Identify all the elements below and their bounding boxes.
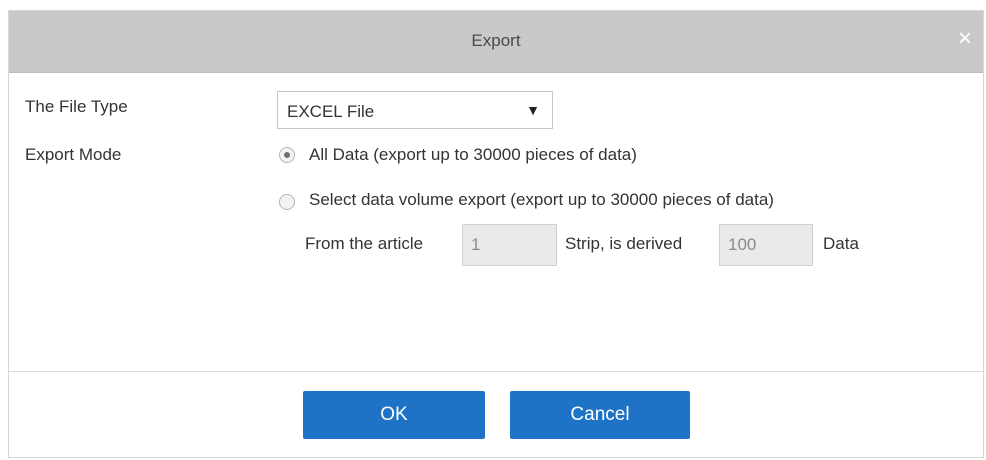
- radio-select-volume[interactable]: [279, 194, 295, 210]
- ok-button[interactable]: OK: [303, 391, 485, 439]
- export-mode-label: Export Mode: [25, 145, 122, 164]
- export-dialog: Export × The File Type EXCEL File ▼ Expo…: [8, 10, 984, 458]
- range-middle-label: Strip, is derived: [565, 234, 683, 253]
- file-type-selected-value: EXCEL File: [287, 102, 375, 121]
- file-type-label: The File Type: [25, 97, 128, 116]
- radio-all-data[interactable]: [279, 147, 295, 163]
- radio-select-volume-label[interactable]: Select data volume export (export up to …: [309, 190, 774, 210]
- range-suffix-label: Data: [823, 234, 859, 253]
- dialog-title: Export: [471, 31, 521, 50]
- footer-divider: [9, 371, 983, 372]
- range-from-label: From the article: [305, 234, 424, 253]
- cancel-button[interactable]: Cancel: [510, 391, 690, 439]
- radio-all-data-label[interactable]: All Data (export up to 30000 pieces of d…: [309, 145, 637, 165]
- file-type-select[interactable]: EXCEL File ▼: [277, 91, 553, 129]
- dropdown-arrow-icon: ▼: [526, 102, 540, 118]
- range-from-input[interactable]: [462, 224, 557, 266]
- close-icon[interactable]: ×: [953, 27, 977, 51]
- dialog-titlebar: Export ×: [9, 11, 983, 73]
- range-count-input[interactable]: [719, 224, 813, 266]
